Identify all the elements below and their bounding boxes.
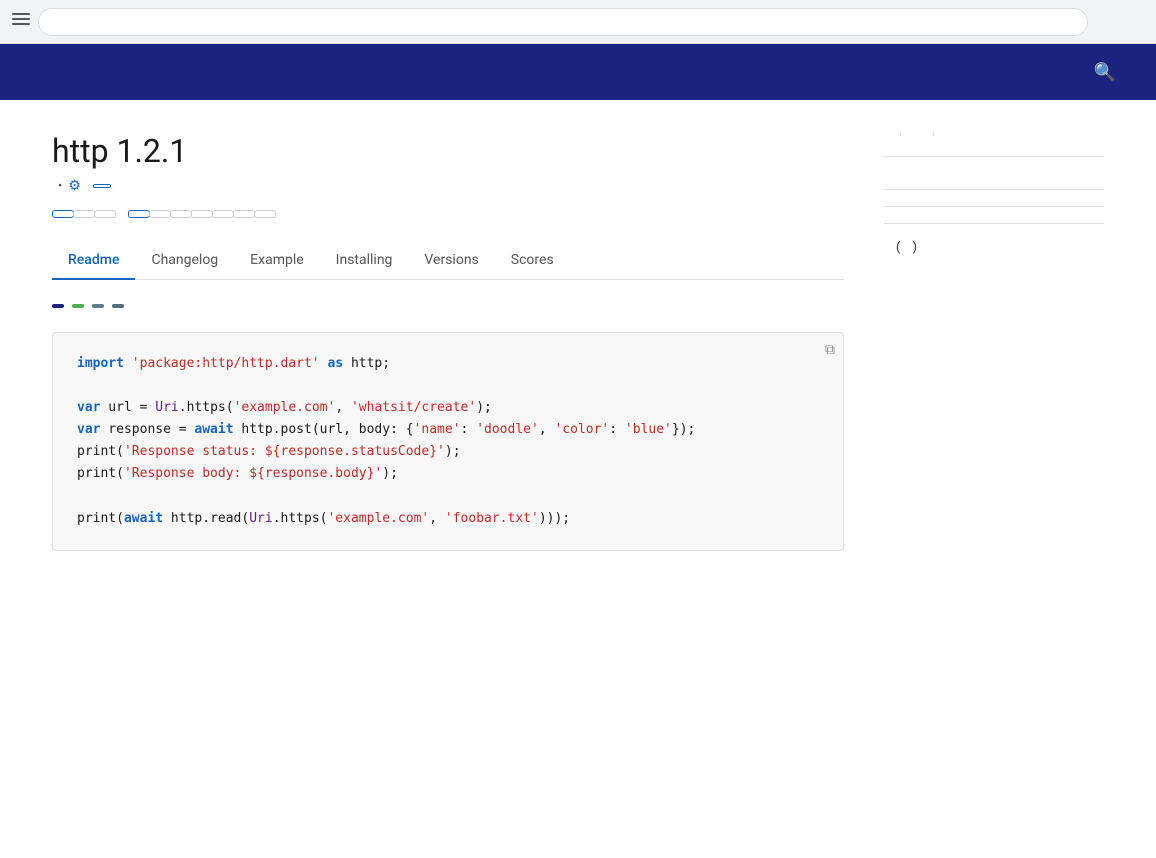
tab-changelog[interactable]: Changelog — [135, 242, 234, 280]
tag-linux[interactable] — [191, 210, 213, 218]
sidebar-divider-4 — [884, 223, 1104, 224]
content-area: http 1.2.1 // Manually set title since i… — [52, 100, 844, 551]
tab-installing[interactable]: Installing — [320, 242, 409, 280]
tag-flutter[interactable] — [94, 210, 116, 218]
tag-sdk[interactable] — [52, 210, 74, 218]
tag-android[interactable] — [149, 210, 171, 218]
dart3-badge — [93, 184, 111, 188]
badge-version — [72, 304, 84, 308]
code-content: import 'package:http/http.dart' as http;… — [77, 353, 819, 530]
tag-web[interactable] — [233, 210, 255, 218]
badge-publisher — [92, 304, 104, 308]
tag-dart[interactable] — [73, 210, 95, 218]
tabs-bar: Readme Changelog Example Installing Vers… — [52, 242, 844, 280]
package-title-row: http 1.2.1 — [52, 132, 844, 170]
score-popularity — [950, 132, 966, 136]
package-title: http 1.2.1 — [52, 132, 187, 170]
publisher-verified-icon: ⚙ — [68, 178, 81, 194]
browser-actions — [1096, 12, 1144, 32]
readme-content: ⧉ import 'package:http/http.dart' as htt… — [52, 304, 844, 551]
site-header-actions: 🔍 — [1094, 62, 1132, 83]
tab-example[interactable]: Example — [234, 242, 319, 280]
extensions-icon[interactable] — [1124, 12, 1144, 32]
search-icon[interactable]: 🔍 — [1094, 62, 1116, 83]
code-copy-button[interactable]: ⧉ — [825, 341, 835, 358]
tag-macos[interactable] — [212, 210, 234, 218]
score-likes — [884, 132, 901, 136]
browser-chrome — [0, 0, 1156, 44]
tag-platform[interactable] — [128, 210, 150, 218]
sidebar-divider-1 — [884, 156, 1104, 157]
sidebar-divider-3 — [884, 206, 1104, 207]
address-bar[interactable] — [38, 8, 1088, 36]
sidebar-divider-2 — [884, 189, 1104, 190]
tab-readme[interactable]: Readme — [52, 242, 135, 280]
score-pub-points — [917, 132, 934, 136]
bookmark-icon[interactable] — [1096, 12, 1116, 32]
tag-windows[interactable] — [254, 210, 276, 218]
tag-ios[interactable] — [170, 210, 192, 218]
license-row: () — [884, 240, 1104, 255]
code-block: ⧉ import 'package:http/http.dart' as htt… — [52, 332, 844, 551]
main-container: http 1.2.1 // Manually set title since i… — [28, 100, 1128, 551]
badge-pub — [52, 304, 64, 308]
browser-tabs-icon[interactable] — [12, 13, 30, 31]
badge-row — [52, 304, 844, 308]
tags-row — [52, 210, 844, 218]
tab-scores[interactable]: Scores — [495, 242, 570, 280]
badge-publisher-name — [112, 304, 124, 308]
scores-row — [884, 132, 1104, 136]
tab-versions[interactable]: Versions — [408, 242, 494, 280]
publish-info: • ⚙ — [52, 178, 844, 194]
sidebar: () — [884, 100, 1104, 551]
site-header: 🔍 — [0, 44, 1156, 100]
